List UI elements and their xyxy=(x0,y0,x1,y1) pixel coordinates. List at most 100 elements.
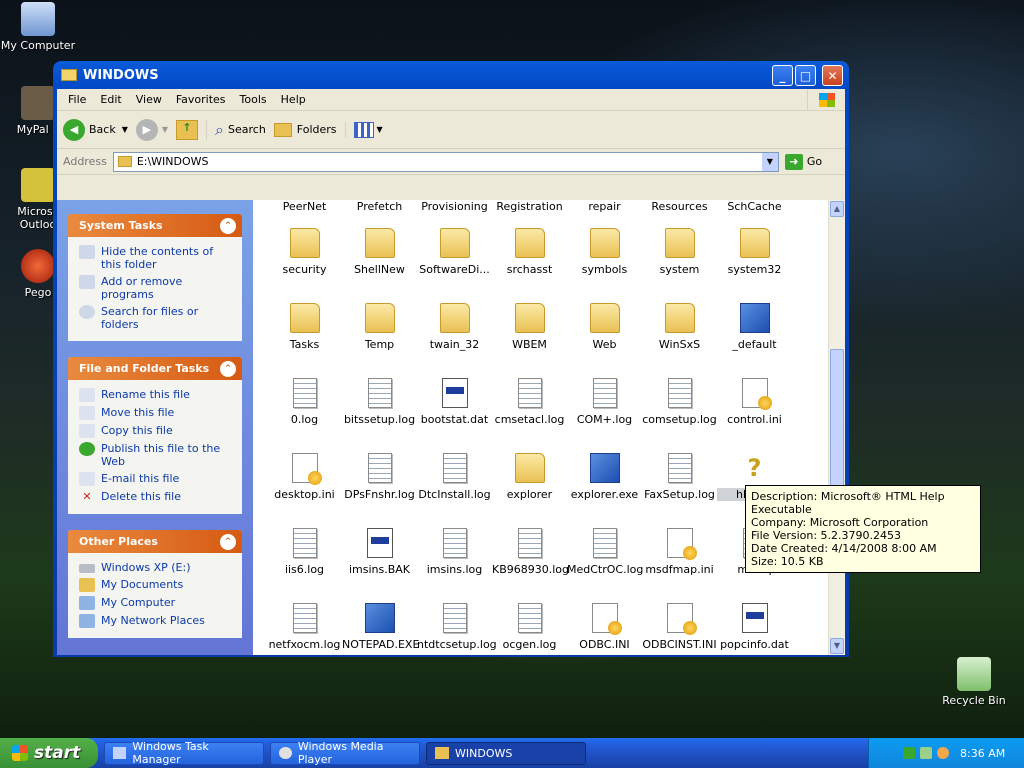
file-item[interactable]: srchasst xyxy=(492,222,567,297)
taskbar-windows-folder[interactable]: WINDOWS xyxy=(426,741,586,765)
menu-file[interactable]: File xyxy=(61,93,93,106)
file-item[interactable]: ODBCINST.INI xyxy=(642,597,717,655)
file-item[interactable]: WBEM xyxy=(492,297,567,372)
file-item[interactable]: 0.log xyxy=(267,372,342,447)
safely-remove-icon[interactable] xyxy=(920,747,932,759)
title-bar[interactable]: WINDOWS xyxy=(57,61,845,89)
file-item[interactable]: imsins.log xyxy=(417,522,492,597)
file-item[interactable]: comsetup.log xyxy=(642,372,717,447)
file-item[interactable]: bootstat.dat xyxy=(417,372,492,447)
file-item[interactable]: security xyxy=(267,222,342,297)
vertical-scrollbar[interactable]: ▲ ▼ xyxy=(828,200,845,655)
minimize-button[interactable]: _ xyxy=(772,65,793,86)
taskbar-media-player[interactable]: Windows Media Player xyxy=(270,740,420,766)
settings-file-icon xyxy=(666,528,697,560)
file-item[interactable]: control.ini xyxy=(717,372,792,447)
file-item[interactable]: popcinfo.dat xyxy=(717,597,792,655)
file-item[interactable]: FaxSetup.log xyxy=(642,447,717,522)
place-my-network-places[interactable]: My Network Places xyxy=(79,614,234,628)
task-move[interactable]: Move this file xyxy=(79,406,234,420)
task-hide-contents[interactable]: Hide the contents of this folder xyxy=(79,245,234,271)
file-item[interactable]: MedCtrOC.log xyxy=(567,522,643,597)
address-input[interactable]: E:\WINDOWS ▼ xyxy=(112,151,779,172)
file-item[interactable]: Web xyxy=(567,297,642,372)
task-rename[interactable]: Rename this file xyxy=(79,388,234,402)
file-item[interactable]: KB968930.log xyxy=(492,522,569,597)
file-item[interactable]: desktop.ini xyxy=(267,447,342,522)
back-button[interactable]: ◀ Back ▼ xyxy=(63,118,128,141)
place-my-documents[interactable]: My Documents xyxy=(79,578,234,592)
drive-icon xyxy=(79,564,95,573)
maximize-button[interactable]: □ xyxy=(795,65,816,86)
partial-folder-item[interactable]: PeerNet xyxy=(267,200,342,222)
file-item[interactable]: ShellNew xyxy=(342,222,417,297)
collapse-icon[interactable]: ⌃ xyxy=(220,217,236,234)
search-button[interactable]: ⌕ Search xyxy=(206,119,266,140)
file-item[interactable]: Temp xyxy=(342,297,417,372)
menu-tools[interactable]: Tools xyxy=(233,93,274,106)
close-button[interactable]: ✕ xyxy=(822,65,843,86)
file-label: DPsFnshr.log xyxy=(344,488,415,501)
file-item[interactable]: cmsetacl.log xyxy=(492,372,567,447)
task-copy[interactable]: Copy this file xyxy=(79,424,234,438)
file-item[interactable]: ODBC.INI xyxy=(567,597,642,655)
file-item[interactable]: COM+.log xyxy=(567,372,642,447)
other-places-header[interactable]: Other Places ⌃ xyxy=(68,530,242,553)
file-item[interactable]: imsins.BAK xyxy=(342,522,417,597)
file-item[interactable]: iis6.log xyxy=(267,522,342,597)
task-delete[interactable]: ✕ Delete this file xyxy=(79,490,234,504)
up-folder-button[interactable]: ↑ xyxy=(176,119,199,140)
partial-folder-item[interactable]: Resources xyxy=(642,200,717,222)
menu-edit[interactable]: Edit xyxy=(93,93,128,106)
file-item[interactable]: twain_32 xyxy=(417,297,492,372)
file-item[interactable]: system xyxy=(642,222,717,297)
collapse-icon[interactable]: ⌃ xyxy=(220,533,236,550)
menu-view[interactable]: View xyxy=(129,93,169,106)
file-item[interactable]: netfxocm.log xyxy=(267,597,342,655)
file-item[interactable]: Tasks xyxy=(267,297,342,372)
partial-folder-item[interactable]: Prefetch xyxy=(342,200,417,222)
task-search-files[interactable]: Search for files or folders xyxy=(79,305,234,331)
taskbar-task-manager[interactable]: Windows Task Manager xyxy=(104,740,264,766)
start-button[interactable]: start xyxy=(0,738,98,768)
go-button[interactable]: ➜ Go xyxy=(784,153,822,170)
file-item[interactable]: msdfmap.ini xyxy=(642,522,717,597)
menu-favorites[interactable]: Favorites xyxy=(169,93,233,106)
partial-folder-item[interactable]: Provisioning xyxy=(417,200,492,222)
file-item[interactable]: explorer xyxy=(492,447,567,522)
forward-button[interactable]: ▶ ▼ xyxy=(135,118,168,141)
place-my-computer[interactable]: My Computer xyxy=(79,596,234,610)
file-item[interactable]: _default xyxy=(717,297,792,372)
network-icon[interactable] xyxy=(903,747,915,759)
file-item[interactable]: DtcInstall.log xyxy=(417,447,492,522)
file-item[interactable]: WinSxS xyxy=(642,297,717,372)
desktop-icon-recycle-bin[interactable]: Recycle Bin xyxy=(936,657,1012,707)
place-windows-xp-drive[interactable]: Windows XP (E:) xyxy=(79,561,234,574)
task-add-remove-programs[interactable]: Add or remove programs xyxy=(79,275,234,301)
file-item[interactable]: system32 xyxy=(717,222,792,297)
collapse-icon[interactable]: ⌃ xyxy=(220,360,236,377)
search-icon[interactable] xyxy=(937,747,949,759)
desktop-icon-my-computer[interactable]: My Computer xyxy=(0,2,76,52)
partial-folder-item[interactable]: SchCache xyxy=(717,200,792,222)
file-tasks-header[interactable]: File and Folder Tasks ⌃ xyxy=(68,357,242,380)
file-item[interactable]: symbols xyxy=(567,222,642,297)
address-dropdown-button[interactable]: ▼ xyxy=(761,152,778,171)
views-button[interactable]: ▼ xyxy=(344,121,383,138)
partial-folder-item[interactable]: repair xyxy=(567,200,642,222)
partial-folder-item[interactable]: Registration xyxy=(492,200,567,222)
file-item[interactable]: NOTEPAD.EXE xyxy=(342,597,419,655)
system-tasks-header[interactable]: System Tasks ⌃ xyxy=(68,214,242,237)
file-item[interactable]: ocgen.log xyxy=(492,597,567,655)
file-item[interactable]: SoftwareDi... xyxy=(417,222,492,297)
file-item[interactable]: DPsFnshr.log xyxy=(342,447,417,522)
scroll-up-button[interactable]: ▲ xyxy=(830,201,844,217)
file-item[interactable]: bitssetup.log xyxy=(342,372,417,447)
menu-help[interactable]: Help xyxy=(274,93,313,106)
file-item[interactable]: explorer.exe xyxy=(567,447,642,522)
task-publish[interactable]: Publish this file to the Web xyxy=(79,442,234,468)
folders-button[interactable]: Folders xyxy=(273,122,337,137)
scroll-down-button[interactable]: ▼ xyxy=(830,638,844,654)
file-item[interactable]: ntdtcsetup.log xyxy=(417,597,497,655)
task-email[interactable]: E-mail this file xyxy=(79,472,234,486)
